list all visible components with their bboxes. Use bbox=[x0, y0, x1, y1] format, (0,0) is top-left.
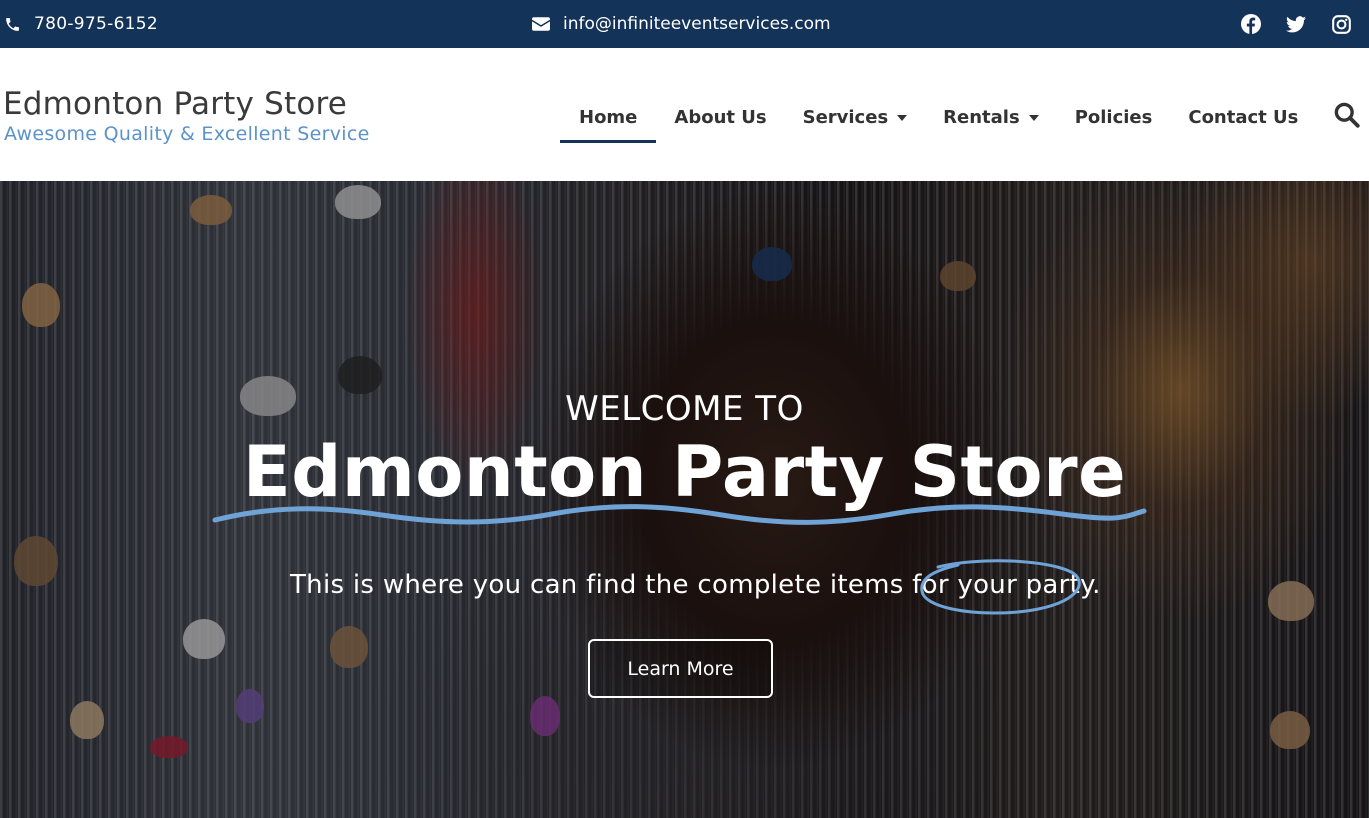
email-address[interactable]: info@infiniteeventservices.com bbox=[563, 14, 831, 34]
circle-highlight bbox=[920, 559, 1081, 615]
nav-policies[interactable]: Policies bbox=[1057, 92, 1171, 143]
nav-contact-label: Contact Us bbox=[1188, 107, 1299, 128]
hero-subtitle-text: This is where you can find the complete … bbox=[290, 570, 958, 600]
nav-rentals[interactable]: Rentals bbox=[925, 92, 1057, 143]
learn-more-button[interactable]: Learn More bbox=[588, 639, 773, 698]
nav-about-label: About Us bbox=[674, 107, 767, 128]
search-icon[interactable] bbox=[1333, 101, 1363, 131]
nav-policies-label: Policies bbox=[1074, 107, 1153, 128]
email-contact[interactable]: info@infiniteeventservices.com bbox=[532, 0, 831, 48]
nav-about[interactable]: About Us bbox=[656, 92, 784, 143]
hero-title: Edmonton Party Store bbox=[242, 431, 1127, 513]
nav-services[interactable]: Services bbox=[785, 92, 926, 143]
instagram-icon[interactable] bbox=[1331, 14, 1351, 34]
envelope-icon bbox=[532, 17, 550, 31]
main-nav: Home About Us Services Rentals Policies … bbox=[560, 92, 1316, 143]
phone-icon bbox=[4, 16, 21, 33]
site-header: Edmonton Party Store Awesome Quality & E… bbox=[0, 48, 1369, 181]
chevron-down-icon bbox=[897, 114, 908, 121]
nav-contact[interactable]: Contact Us bbox=[1170, 92, 1316, 143]
nav-home-label: Home bbox=[579, 107, 638, 128]
phone-contact[interactable]: 780-975-6152 bbox=[4, 0, 158, 48]
social-links bbox=[1241, 0, 1351, 48]
hero-banner: WELCOME TO Edmonton Party Store This is … bbox=[0, 181, 1369, 818]
nav-rentals-label: Rentals bbox=[943, 107, 1020, 128]
nav-home[interactable]: Home bbox=[560, 92, 657, 143]
phone-number[interactable]: 780-975-6152 bbox=[34, 14, 158, 34]
chevron-down-icon bbox=[1028, 114, 1039, 121]
facebook-icon[interactable] bbox=[1241, 14, 1261, 34]
site-tagline: Awesome Quality & Excellent Service bbox=[4, 123, 370, 145]
squiggle-underline bbox=[212, 504, 1147, 525]
top-contact-bar: 780-975-6152 info@infiniteeventservices.… bbox=[0, 0, 1369, 48]
site-title[interactable]: Edmonton Party Store bbox=[3, 86, 347, 122]
twitter-icon[interactable] bbox=[1286, 14, 1306, 34]
nav-services-label: Services bbox=[802, 107, 889, 128]
learn-more-label: Learn More bbox=[627, 657, 734, 680]
hero-kicker: WELCOME TO bbox=[565, 389, 804, 429]
